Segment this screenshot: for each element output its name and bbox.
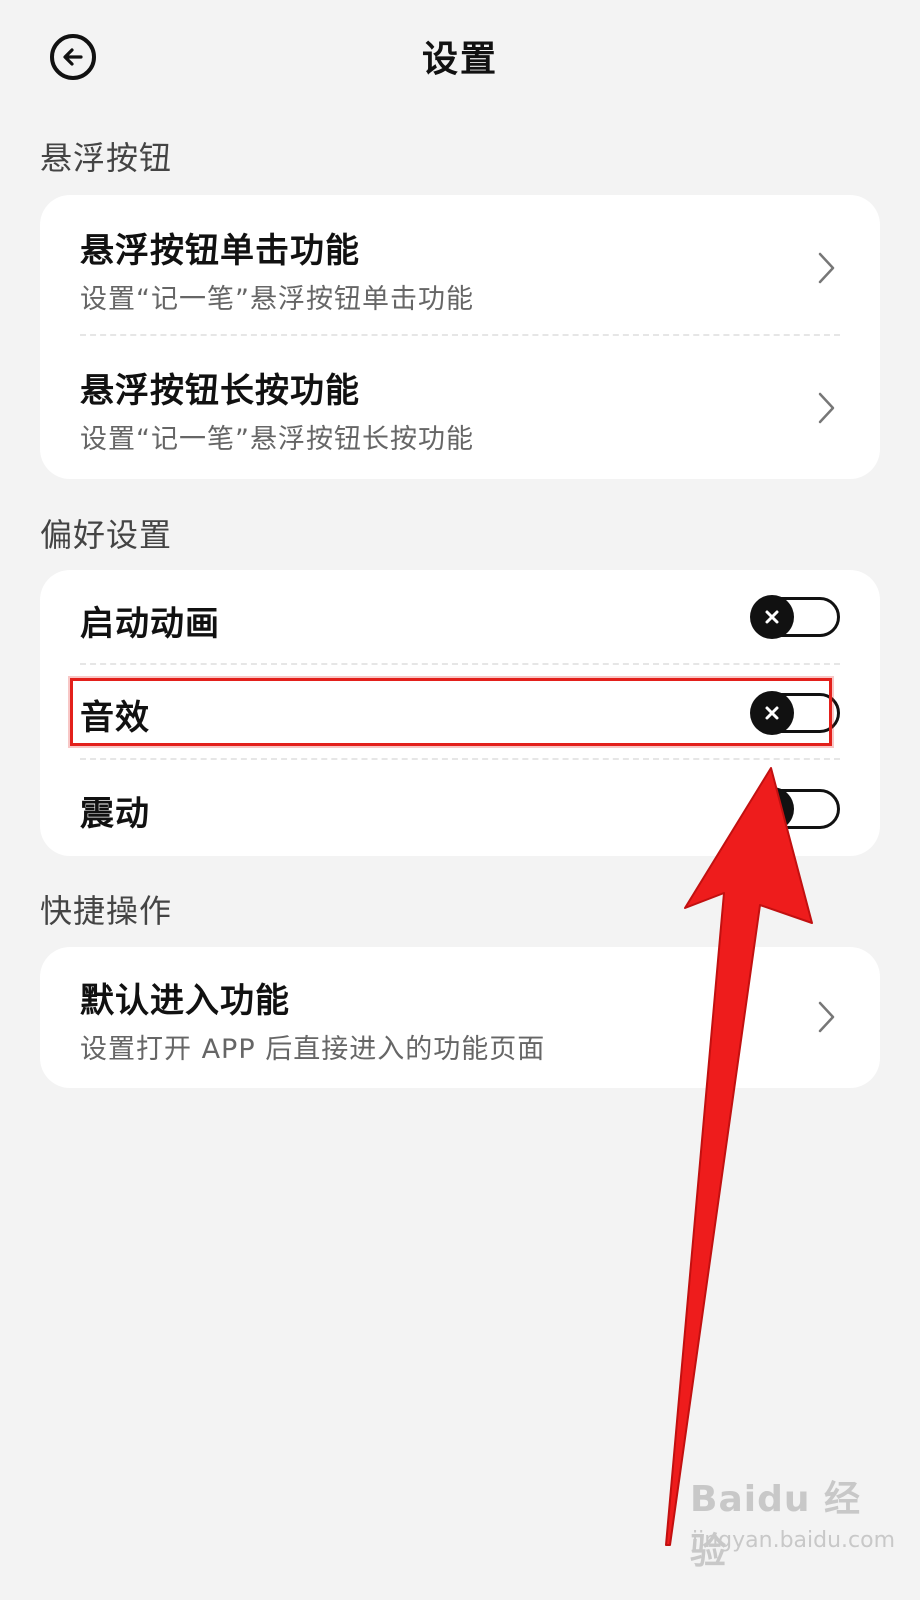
row-title: 默认进入功能 — [80, 981, 290, 1021]
vibration-row: 震动 — [80, 778, 840, 838]
close-icon — [765, 802, 779, 816]
default-function-row[interactable]: 默认进入功能 设置打开 APP 后直接进入的功能页面 — [80, 965, 840, 1075]
row-title: 音效 — [80, 698, 150, 738]
watermark-logo: Baidu 经验 — [690, 1479, 862, 1572]
sound-effect-toggle[interactable] — [750, 691, 840, 735]
section-title-floating: 悬浮按钮 — [40, 139, 173, 177]
floating-card: 悬浮按钮单击功能 设置“记一笔”悬浮按钮单击功能 悬浮按钮长按功能 设置“记一笔… — [40, 195, 880, 479]
row-subtitle: 设置打开 APP 后直接进入的功能页面 — [80, 1034, 546, 1065]
divider — [80, 334, 840, 336]
divider — [80, 758, 840, 760]
vibration-toggle[interactable] — [750, 787, 840, 831]
row-title: 震动 — [80, 794, 150, 834]
divider — [80, 663, 840, 665]
chevron-right-icon — [818, 1001, 835, 1033]
floating-click-row[interactable]: 悬浮按钮单击功能 设置“记一笔”悬浮按钮单击功能 — [80, 215, 840, 325]
toggle-knob — [750, 595, 794, 639]
page-title: 设置 — [421, 39, 498, 80]
toggle-knob — [750, 691, 794, 735]
chevron-right-icon — [818, 252, 835, 284]
toggle-knob — [750, 787, 794, 831]
row-subtitle: 设置“记一笔”悬浮按钮单击功能 — [80, 284, 474, 315]
section-title-shortcuts: 快捷操作 — [40, 892, 173, 930]
watermark: Baidu 经验 jingyan.baidu.com — [690, 1470, 895, 1580]
row-title: 悬浮按钮单击功能 — [80, 231, 360, 271]
startup-animation-row: 启动动画 — [80, 590, 840, 650]
close-icon — [765, 610, 779, 624]
section-title-preferences: 偏好设置 — [40, 516, 173, 554]
floating-longpress-row[interactable]: 悬浮按钮长按功能 设置“记一笔”悬浮按钮长按功能 — [80, 355, 840, 465]
sound-effect-row: 音效 — [80, 684, 840, 744]
row-title: 启动动画 — [80, 604, 220, 644]
header-bar: 设置 — [0, 0, 920, 112]
row-title: 悬浮按钮长按功能 — [80, 371, 360, 411]
close-icon — [765, 706, 779, 720]
watermark-url: jingyan.baidu.com — [692, 1528, 896, 1553]
shortcuts-card: 默认进入功能 设置打开 APP 后直接进入的功能页面 — [40, 947, 880, 1088]
startup-animation-toggle[interactable] — [750, 595, 840, 639]
preferences-card: 启动动画 音效 震动 — [40, 570, 880, 856]
chevron-right-icon — [818, 392, 835, 424]
row-subtitle: 设置“记一笔”悬浮按钮长按功能 — [80, 424, 474, 455]
